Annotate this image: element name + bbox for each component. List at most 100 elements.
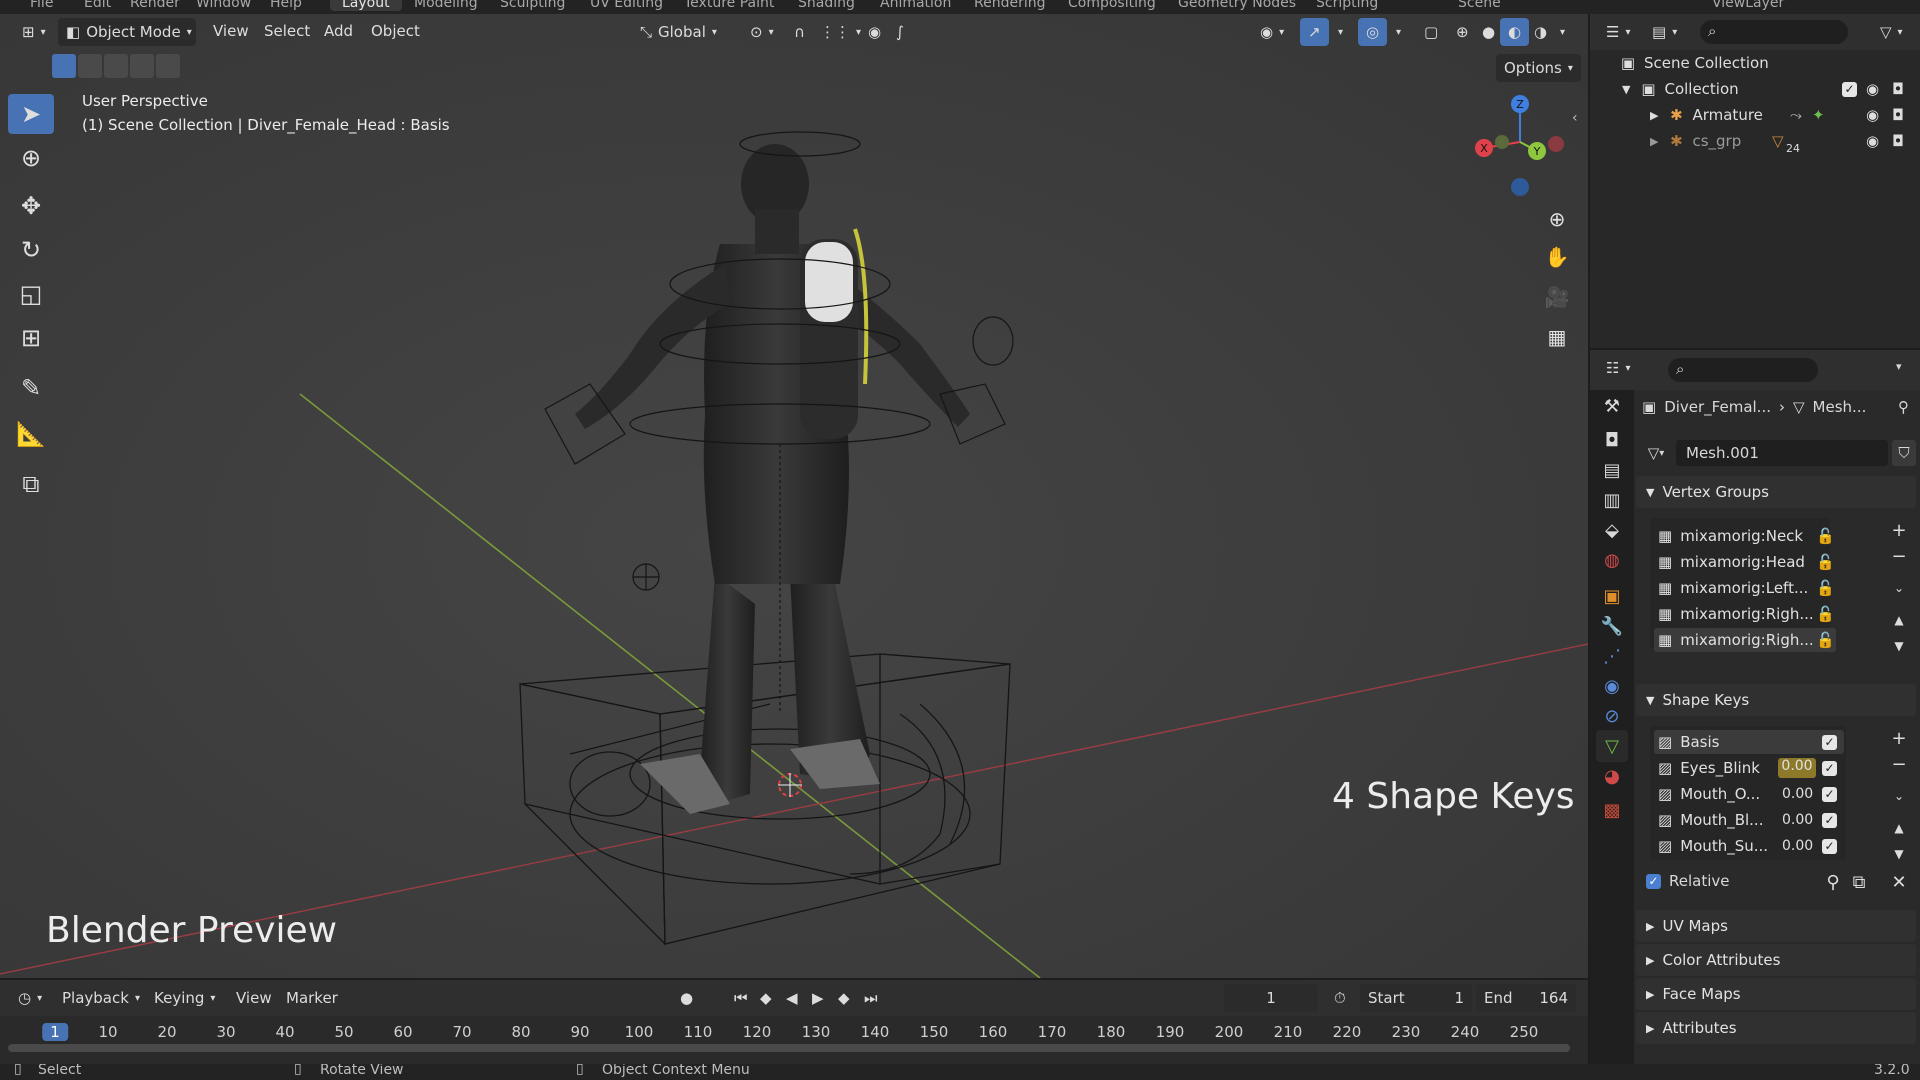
select-subtract-button[interactable]: [104, 54, 128, 78]
select-intersect-button[interactable]: [156, 54, 180, 78]
lock-icon[interactable]: 🔓: [1816, 527, 1835, 545]
tab-rendering[interactable]: Rendering: [974, 0, 1046, 11]
outliner-row-armature[interactable]: ▶ ✱ Armature ⤳ ✦ ◉ ◘: [1590, 102, 1920, 128]
sidebar-collapse-arrow[interactable]: ‹: [1572, 110, 1578, 126]
timeline-scrollbar[interactable]: [8, 1044, 1570, 1052]
uv-maps-panel-header[interactable]: ▶ UV Maps: [1636, 910, 1916, 942]
menu-window[interactable]: Window: [196, 0, 251, 11]
shape-keys-list[interactable]: ▨ Basis ✓ ▨ Eyes_Blink 0.00 ✓ ▨ Mouth_O... 0.00…: [1650, 726, 1846, 860]
view-layer-selector[interactable]: ViewLayer: [1712, 0, 1784, 11]
add-vertex-group-button[interactable]: +: [1886, 518, 1912, 542]
list-item[interactable]: ▨ Mouth_Bl... 0.00 ✓: [1654, 808, 1844, 832]
camera-render-icon[interactable]: ◘: [1892, 132, 1904, 150]
camera-render-icon[interactable]: ◘: [1892, 106, 1904, 124]
tab-modifiers[interactable]: 🔧: [1596, 610, 1628, 642]
tab-texture[interactable]: ▩: [1596, 794, 1628, 826]
tab-particles[interactable]: ⋰: [1596, 640, 1628, 672]
shape-key-lock-button[interactable]: ⚲: [1820, 870, 1846, 894]
relative-toggle[interactable]: ✓ Relative: [1646, 872, 1730, 890]
move-down-button[interactable]: ▼: [1886, 634, 1912, 658]
menu-render[interactable]: Render: [130, 0, 180, 11]
vertex-groups-panel-header[interactable]: ▼ Vertex Groups: [1636, 476, 1916, 508]
shape-keys-panel-header[interactable]: ▼ Shape Keys: [1636, 684, 1916, 716]
tool-scale[interactable]: ◱: [8, 274, 54, 314]
outliner-editor-type[interactable]: ☰ ▾: [1598, 18, 1638, 46]
preview-range-toggle[interactable]: ⏱: [1326, 984, 1354, 1012]
relative-checkbox[interactable]: ✓: [1646, 873, 1661, 889]
tab-animation[interactable]: Animation: [880, 0, 951, 11]
playback-menu[interactable]: Playback ▾: [54, 984, 148, 1012]
list-item[interactable]: ▦ mixamorig:Neck 🔓: [1654, 524, 1836, 548]
menu-help[interactable]: Help: [270, 0, 302, 11]
marker-menu[interactable]: Marker: [278, 984, 346, 1012]
3d-viewport[interactable]: Z X Y ⊞ ▾ ◧ Object Mode ▾ View Select Add…: [0, 14, 1588, 978]
vertex-groups-list[interactable]: ▦ mixamorig:Neck 🔓 ▦ mixamorig:Head 🔓 ▦ mixam…: [1650, 518, 1836, 652]
shape-key-value-field[interactable]: 0.00: [1782, 812, 1813, 828]
fake-user-button[interactable]: ⛉: [1892, 440, 1916, 466]
display-mode-dropdown[interactable]: ▤ ▾: [1644, 18, 1685, 46]
shape-key-mute-checkbox[interactable]: ✓: [1822, 838, 1837, 854]
select-extend-button[interactable]: [78, 54, 102, 78]
tool-rotate[interactable]: ↻: [8, 230, 54, 270]
properties-editor-type[interactable]: ☷ ▾: [1598, 354, 1638, 382]
visibility-dropdown[interactable]: ◉ ▾: [1252, 18, 1292, 46]
tool-transform[interactable]: ⊞: [8, 318, 54, 358]
chevron-down-icon[interactable]: ▾: [1896, 360, 1902, 373]
list-item[interactable]: ▨ Mouth_O... 0.00 ✓: [1654, 782, 1844, 806]
shape-key-value-field[interactable]: 0.00: [1778, 758, 1816, 778]
tab-mesh-data[interactable]: ▽: [1596, 730, 1628, 762]
tool-annotate[interactable]: ✎: [8, 368, 54, 408]
lock-icon[interactable]: 🔓: [1816, 579, 1835, 597]
lock-icon[interactable]: 🔓: [1816, 553, 1835, 571]
tool-add-cube[interactable]: ⧉: [8, 464, 54, 504]
viewport-menu-object[interactable]: Object: [371, 22, 420, 40]
add-shape-key-button[interactable]: +: [1886, 726, 1912, 750]
list-item[interactable]: ▨ Mouth_Su... 0.00 ✓: [1654, 834, 1844, 858]
color-attributes-panel-header[interactable]: ▶ Color Attributes: [1636, 944, 1916, 976]
list-item[interactable]: ▨ Eyes_Blink 0.00 ✓: [1654, 756, 1844, 780]
shape-key-value-field[interactable]: 0.00: [1782, 838, 1813, 854]
end-frame-field[interactable]: End 164: [1476, 984, 1576, 1012]
properties-search[interactable]: ⌕: [1668, 358, 1818, 382]
timeline-view-menu[interactable]: View: [228, 984, 280, 1012]
shading-dropdown[interactable]: ▾: [1552, 18, 1573, 46]
pin-icon[interactable]: ⚲: [1898, 398, 1909, 416]
pan-button[interactable]: ✋: [1540, 240, 1574, 274]
outliner-row-scene-collection[interactable]: ▣ Scene Collection: [1590, 50, 1920, 76]
shape-key-mute-checkbox[interactable]: ✓: [1822, 734, 1837, 750]
face-maps-panel-header[interactable]: ▶ Face Maps: [1636, 978, 1916, 1010]
viewport-canvas[interactable]: Z X Y: [0, 14, 1588, 978]
timeline-editor-type[interactable]: ◷ ▾: [10, 984, 50, 1012]
tab-uv-editing[interactable]: UV Editing: [590, 0, 663, 11]
tool-move[interactable]: ✥: [8, 186, 54, 226]
move-down-button[interactable]: ▼: [1886, 842, 1912, 866]
lock-icon[interactable]: 🔓: [1816, 631, 1835, 649]
zoom-button[interactable]: ⊕: [1540, 202, 1574, 236]
transform-orientation-dropdown[interactable]: ⤡ Global ▾: [632, 18, 725, 46]
timeline-editor[interactable]: ◷ ▾ Playback ▾ Keying ▾ View Marker ● ⏮ ◆ ◀…: [0, 980, 1588, 1064]
tab-render[interactable]: ◘: [1596, 424, 1628, 456]
eye-icon[interactable]: ◉: [1866, 132, 1879, 150]
shape-key-mute-checkbox[interactable]: ✓: [1822, 786, 1837, 802]
tab-object[interactable]: ▣: [1596, 580, 1628, 612]
shape-key-edit-mode-button[interactable]: ⧉: [1846, 870, 1872, 894]
shading-wireframe-button[interactable]: ⊕: [1448, 18, 1477, 46]
pivot-point-button[interactable]: ⊙ ▾: [742, 18, 782, 46]
select-invert-button[interactable]: [130, 54, 154, 78]
tab-scene[interactable]: ⬙: [1596, 514, 1628, 546]
tab-tool[interactable]: ⚒: [1596, 390, 1628, 422]
tab-output[interactable]: ▤: [1596, 454, 1628, 486]
list-item[interactable]: ▦ mixamorig:Left... 🔓: [1654, 576, 1836, 600]
shape-key-specials-button[interactable]: ⌄: [1886, 784, 1912, 808]
tab-modeling[interactable]: Modeling: [414, 0, 478, 11]
tab-scripting[interactable]: Scripting: [1316, 0, 1378, 11]
xray-toggle[interactable]: ▢: [1416, 18, 1446, 46]
menu-file[interactable]: File: [30, 0, 53, 11]
eye-icon[interactable]: ◉: [1866, 106, 1879, 124]
shading-rendered-button[interactable]: ◑: [1526, 18, 1555, 46]
prev-keyframe-button[interactable]: ◆: [752, 984, 780, 1012]
list-item[interactable]: ▦ mixamorig:Head 🔓: [1654, 550, 1836, 574]
tab-constraints[interactable]: ⊘: [1596, 700, 1628, 732]
lock-icon[interactable]: 🔓: [1816, 605, 1835, 623]
remove-vertex-group-button[interactable]: −: [1886, 544, 1912, 568]
